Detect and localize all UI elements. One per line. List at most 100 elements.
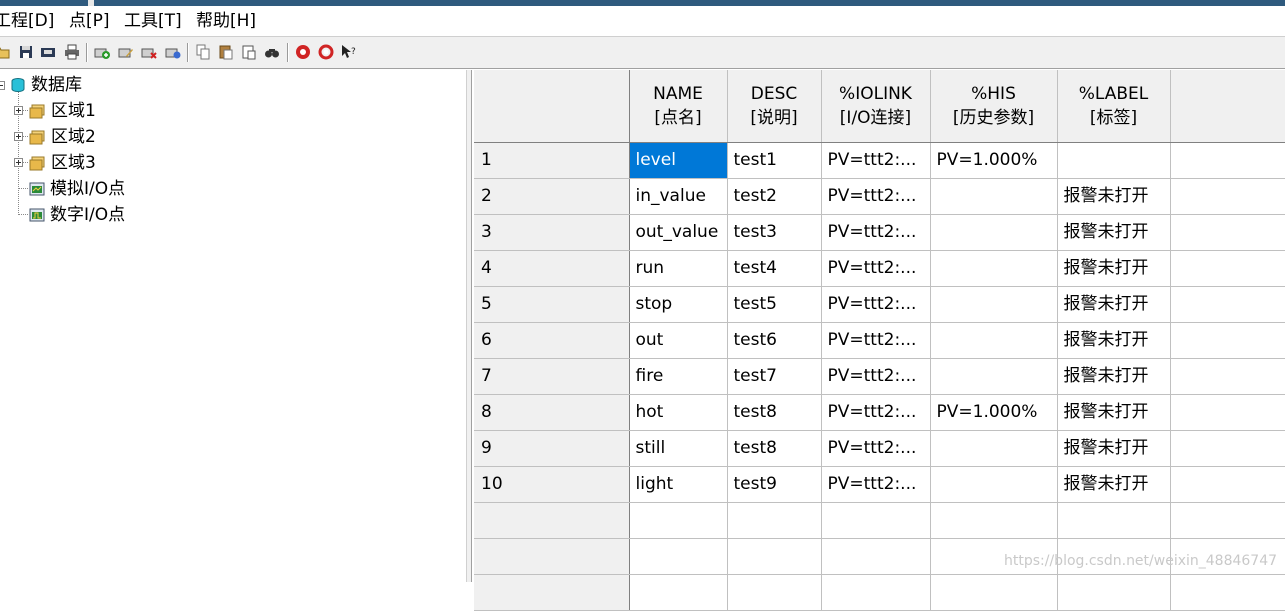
table-row[interactable]: 6 out test6 PV=ttt2:... 报警未打开 [474, 322, 1285, 359]
cell-name[interactable]: still [629, 430, 728, 467]
help-ring-icon[interactable] [318, 44, 334, 60]
cell-desc[interactable]: test1 [727, 142, 822, 179]
table-row[interactable]: 5 stop test5 PV=ttt2:... 报警未打开 [474, 286, 1285, 323]
cell-name[interactable] [629, 502, 728, 539]
menu-project[interactable]: 工程[D] [0, 10, 54, 32]
row-number[interactable]: 10 [474, 466, 630, 503]
cell-name[interactable] [629, 574, 728, 611]
cell-label[interactable] [1057, 574, 1171, 611]
cell-name[interactable]: level [629, 142, 728, 179]
cell-iolink[interactable] [821, 538, 931, 575]
table-row[interactable]: 2 in_value test2 PV=ttt2:... 报警未打开 [474, 178, 1285, 215]
cell-empty[interactable] [1170, 250, 1285, 287]
print-icon[interactable] [64, 44, 80, 60]
cell-his[interactable] [930, 574, 1058, 611]
cell-label[interactable] [1057, 502, 1171, 539]
cell-iolink[interactable]: PV=ttt2:... [821, 214, 931, 251]
cell-empty[interactable] [1170, 430, 1285, 467]
cell-iolink[interactable] [821, 502, 931, 539]
table-row[interactable]: 4 run test4 PV=ttt2:... 报警未打开 [474, 250, 1285, 287]
cell-iolink[interactable]: PV=ttt2:... [821, 430, 931, 467]
row-number[interactable]: 1 [474, 142, 630, 179]
cell-iolink[interactable]: PV=ttt2:... [821, 394, 931, 431]
cell-empty[interactable] [1170, 466, 1285, 503]
cell-desc[interactable]: test5 [727, 286, 822, 323]
cell-desc[interactable]: test7 [727, 358, 822, 395]
cell-iolink[interactable]: PV=ttt2:... [821, 358, 931, 395]
row-number[interactable] [474, 574, 630, 611]
paste-special-icon[interactable] [241, 44, 257, 60]
cell-iolink[interactable]: PV=ttt2:... [821, 178, 931, 215]
tree-node-analog-io[interactable]: 模拟I/O点 [0, 178, 150, 200]
open-folder-icon[interactable] [0, 44, 10, 60]
cell-empty[interactable] [1170, 286, 1285, 323]
tree-node-digital-io[interactable]: 数字I/O点 [0, 204, 150, 226]
cell-empty[interactable] [1170, 322, 1285, 359]
cell-desc[interactable] [727, 574, 822, 611]
expand-icon[interactable] [14, 106, 23, 115]
column-header-name[interactable]: NAME [点名] [629, 70, 728, 143]
row-number[interactable]: 2 [474, 178, 630, 215]
delete-point-icon[interactable] [141, 44, 157, 60]
cell-desc[interactable]: test2 [727, 178, 822, 215]
cell-label[interactable]: 报警未打开 [1057, 430, 1171, 467]
cell-his[interactable] [930, 358, 1058, 395]
cell-label[interactable]: 报警未打开 [1057, 214, 1171, 251]
table-row[interactable]: 7 fire test7 PV=ttt2:... 报警未打开 [474, 358, 1285, 395]
cell-his[interactable] [930, 502, 1058, 539]
column-header-desc[interactable]: DESC [说明] [727, 70, 822, 143]
expand-icon[interactable] [14, 158, 23, 167]
column-header-label[interactable]: %LABEL [标签] [1057, 70, 1171, 143]
table-row[interactable]: 1 level test1 PV=ttt2:... PV=1.000% [474, 142, 1285, 179]
stop-icon[interactable] [295, 44, 311, 60]
cell-desc[interactable] [727, 502, 822, 539]
cell-desc[interactable]: test4 [727, 250, 822, 287]
column-header-iolink[interactable]: %IOLINK [I/O连接] [821, 70, 931, 143]
cell-desc[interactable]: test8 [727, 394, 822, 431]
cell-label[interactable]: 报警未打开 [1057, 466, 1171, 503]
cell-his[interactable] [930, 250, 1058, 287]
cell-his[interactable]: PV=1.000% [930, 394, 1058, 431]
table-row[interactable]: 3 out_value test3 PV=ttt2:... 报警未打开 [474, 214, 1285, 251]
cell-his[interactable] [930, 322, 1058, 359]
tree-node-area1[interactable]: 区域1 [0, 100, 120, 122]
cell-his[interactable] [930, 286, 1058, 323]
cell-empty[interactable] [1170, 358, 1285, 395]
collapse-icon[interactable] [0, 81, 5, 90]
row-number[interactable]: 9 [474, 430, 630, 467]
menu-tools[interactable]: 工具[T] [124, 10, 182, 32]
cell-name[interactable] [629, 538, 728, 575]
cell-label[interactable]: 报警未打开 [1057, 178, 1171, 215]
cell-name[interactable]: light [629, 466, 728, 503]
tree-node-area3[interactable]: 区域3 [0, 152, 120, 174]
cell-empty[interactable] [1170, 214, 1285, 251]
menu-point[interactable]: 点[P] [69, 10, 110, 32]
cell-iolink[interactable]: PV=ttt2:... [821, 466, 931, 503]
row-number[interactable]: 7 [474, 358, 630, 395]
add-point-icon[interactable] [94, 44, 110, 60]
menu-help[interactable]: 帮助[H] [196, 10, 256, 32]
cell-label[interactable]: 报警未打开 [1057, 322, 1171, 359]
cell-his[interactable] [930, 178, 1058, 215]
cell-desc[interactable]: test8 [727, 430, 822, 467]
pane-splitter[interactable] [466, 70, 472, 582]
cell-his[interactable] [930, 430, 1058, 467]
cell-iolink[interactable]: PV=ttt2:... [821, 250, 931, 287]
column-header-his[interactable]: %HIS [历史参数] [930, 70, 1058, 143]
tree-node-database[interactable]: 数据库 [0, 74, 120, 96]
cell-desc[interactable] [727, 538, 822, 575]
expand-icon[interactable] [14, 132, 23, 141]
tree-node-area2[interactable]: 区域2 [0, 126, 120, 148]
row-number[interactable]: 3 [474, 214, 630, 251]
cell-empty[interactable] [1170, 502, 1285, 539]
row-number[interactable] [474, 538, 630, 575]
cell-name[interactable]: fire [629, 358, 728, 395]
cell-empty[interactable] [1170, 574, 1285, 611]
cell-name[interactable]: hot [629, 394, 728, 431]
table-row[interactable]: 10 light test9 PV=ttt2:... 报警未打开 [474, 466, 1285, 503]
cell-name[interactable]: out [629, 322, 728, 359]
export-icon[interactable] [40, 44, 56, 60]
grid-corner[interactable] [474, 70, 630, 143]
cell-empty[interactable] [1170, 394, 1285, 431]
cell-desc[interactable]: test9 [727, 466, 822, 503]
